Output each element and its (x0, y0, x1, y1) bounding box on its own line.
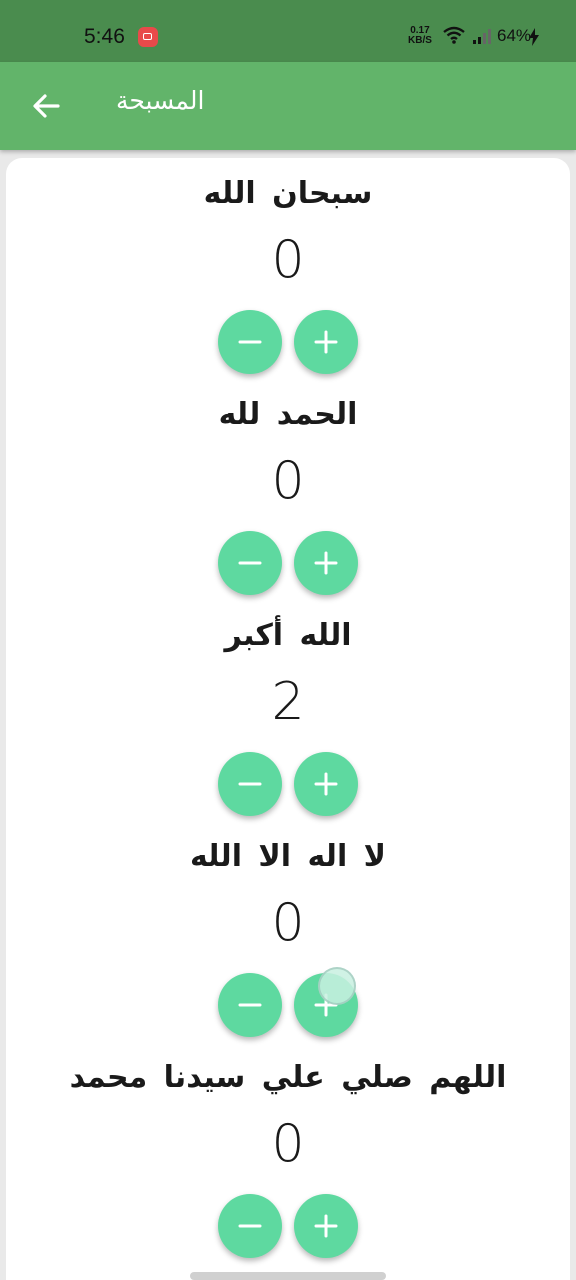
signal-icon (473, 29, 491, 44)
plus-icon (314, 330, 338, 354)
dhikr-label: الحمد لله (218, 397, 358, 432)
charging-bolt-icon (529, 28, 539, 46)
dhikr-label: اللهم صلي علي سيدنا محمد (69, 1060, 507, 1095)
count-value: 0 (271, 230, 305, 290)
count-value: 0 (271, 1114, 305, 1174)
plus-icon (314, 772, 338, 796)
minus-icon (238, 340, 262, 344)
plus-icon (314, 1214, 338, 1238)
decrement-button[interactable] (218, 1194, 282, 1258)
app-bar: المسبحة (0, 62, 576, 150)
dhikr-label: لا اله الا الله (189, 839, 387, 874)
touch-indicator (318, 967, 356, 1005)
increment-button[interactable] (294, 310, 358, 374)
counter-item: الحمد لله 0 (6, 379, 570, 600)
network-speed: 0.17 KB/S (408, 26, 432, 46)
decrement-button[interactable] (218, 531, 282, 595)
decrement-button[interactable] (218, 973, 282, 1037)
increment-button[interactable] (294, 1194, 358, 1258)
counters-list[interactable]: سبحان الله 0 الحمد لله 0 الله أكبر 2 لا … (6, 158, 570, 1280)
increment-button[interactable] (294, 531, 358, 595)
screen-record-icon (138, 27, 158, 47)
net-speed-unit: KB/S (408, 35, 432, 46)
count-value: 2 (271, 672, 305, 732)
decrement-button[interactable] (218, 752, 282, 816)
counter-item: الله أكبر 2 (6, 600, 570, 821)
minus-icon (238, 782, 262, 786)
counter-item: لا اله الا الله 0 (6, 821, 570, 1042)
count-value: 0 (271, 893, 305, 953)
back-button[interactable] (28, 88, 64, 124)
dhikr-label: سبحان الله (203, 176, 373, 211)
minus-icon (238, 561, 262, 565)
status-time: 5:46 (84, 25, 125, 48)
page-title: المسبحة (116, 86, 205, 115)
status-bar: 5:46 0.17 KB/S 64% (0, 0, 576, 62)
battery-level: 64% (497, 26, 532, 45)
minus-icon (238, 1003, 262, 1007)
plus-icon (314, 551, 338, 575)
dhikr-label: الله أكبر (224, 618, 352, 653)
scroll-indicator[interactable] (190, 1272, 386, 1280)
counter-item: اللهم صلي علي سيدنا محمد 0 (6, 1042, 570, 1263)
count-value: 0 (271, 451, 305, 511)
decrement-button[interactable] (218, 310, 282, 374)
increment-button[interactable] (294, 752, 358, 816)
wifi-icon (443, 26, 465, 44)
minus-icon (238, 1224, 262, 1228)
counter-item: سبحان الله 0 (6, 158, 570, 379)
arrow-back-icon (33, 94, 60, 118)
